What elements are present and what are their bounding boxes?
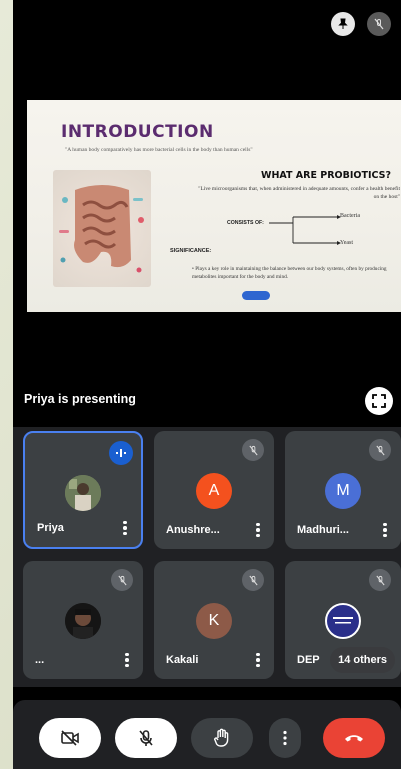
participant-tile-madhuri[interactable]: M Madhuri...	[285, 431, 401, 549]
branch-arrows	[269, 215, 341, 245]
avatar: M	[325, 473, 361, 509]
participant-tile-kakali[interactable]: K Kakali	[154, 561, 274, 679]
more-options-button[interactable]	[256, 522, 260, 537]
branch-bacteria: Bacteria	[340, 213, 360, 219]
raise-hand-icon	[214, 728, 229, 747]
avatar: A	[196, 473, 232, 509]
meeting-screen: INTRODUCTION "A human body comparatively…	[13, 0, 401, 769]
more-options-button[interactable]	[123, 520, 127, 535]
more-options-button[interactable]	[383, 522, 387, 537]
more-options-button[interactable]	[269, 718, 301, 758]
slide-quote: "A human body comparatively has more bac…	[65, 147, 253, 153]
pin-icon	[338, 18, 348, 29]
avatar	[65, 603, 101, 639]
significance-label: SIGNIFICANCE:	[170, 248, 212, 254]
speaking-indicator	[109, 441, 133, 465]
presenting-label: Priya is presenting	[24, 392, 136, 406]
significance-text: • Plays a key role in maintaining the ba…	[192, 266, 387, 280]
participant-name: ...	[35, 654, 45, 666]
pin-button[interactable]	[331, 12, 355, 36]
audio-level-icon	[116, 449, 126, 457]
intestine-image	[53, 170, 151, 287]
mic-off-icon	[117, 575, 127, 585]
muted-indicator	[369, 569, 391, 591]
camera-toggle-button[interactable]	[39, 718, 101, 758]
mic-toggle-button[interactable]	[115, 718, 177, 758]
raise-hand-button[interactable]	[191, 718, 253, 758]
slide-heading: WHAT ARE PROBIOTICS?	[260, 170, 391, 181]
mic-off-icon	[375, 575, 385, 585]
shared-slide: INTRODUCTION "A human body comparatively…	[27, 100, 401, 312]
more-options-button[interactable]	[256, 652, 260, 667]
slide-title: INTRODUCTION	[61, 122, 214, 142]
participant-name: DEP	[297, 654, 320, 666]
participant-tile-unnamed[interactable]: ...	[23, 561, 143, 679]
participant-tile-anushre[interactable]: A Anushre...	[154, 431, 274, 549]
avatar	[65, 475, 101, 511]
camera-off-icon	[61, 730, 79, 746]
slide-link-pill	[242, 291, 270, 300]
consists-label: CONSISTS OF:	[227, 220, 264, 226]
others-count-button[interactable]: 14 others	[330, 647, 395, 673]
mic-off-icon	[248, 445, 258, 455]
end-call-button[interactable]	[323, 718, 385, 758]
participant-tile-dep[interactable]: DEP 14 others	[285, 561, 401, 679]
mic-off-icon	[374, 18, 384, 30]
participant-tile-priya[interactable]: Priya	[23, 431, 143, 549]
muted-indicator	[242, 569, 264, 591]
participant-name: Madhuri...	[297, 524, 349, 536]
call-controls	[13, 700, 401, 769]
more-options-button[interactable]	[125, 652, 129, 667]
muted-indicator	[242, 439, 264, 461]
participant-name: Anushre...	[166, 524, 220, 536]
department-logo	[325, 603, 361, 639]
muted-indicator	[111, 569, 133, 591]
fullscreen-icon	[372, 394, 386, 408]
mic-off-icon	[375, 445, 385, 455]
branch-yeast: Yeast	[340, 240, 354, 246]
presenter-mute-button[interactable]	[367, 12, 391, 36]
participant-name: Kakali	[166, 654, 199, 666]
mic-off-icon	[139, 730, 153, 746]
fullscreen-button[interactable]	[365, 387, 393, 415]
avatar: K	[196, 603, 232, 639]
end-call-icon	[345, 735, 363, 742]
top-icons	[331, 12, 391, 36]
more-vert-icon	[283, 730, 287, 746]
participant-grid: Priya A Anushre... M Madhuri... ... K Ka…	[13, 427, 401, 687]
mic-off-icon	[248, 575, 258, 585]
significance-body: Plays a key role in maintaining the bala…	[192, 266, 387, 280]
participant-name: Priya	[37, 522, 64, 534]
slide-definition: "Live microorganisms that, when administ…	[198, 186, 400, 200]
muted-indicator	[369, 439, 391, 461]
